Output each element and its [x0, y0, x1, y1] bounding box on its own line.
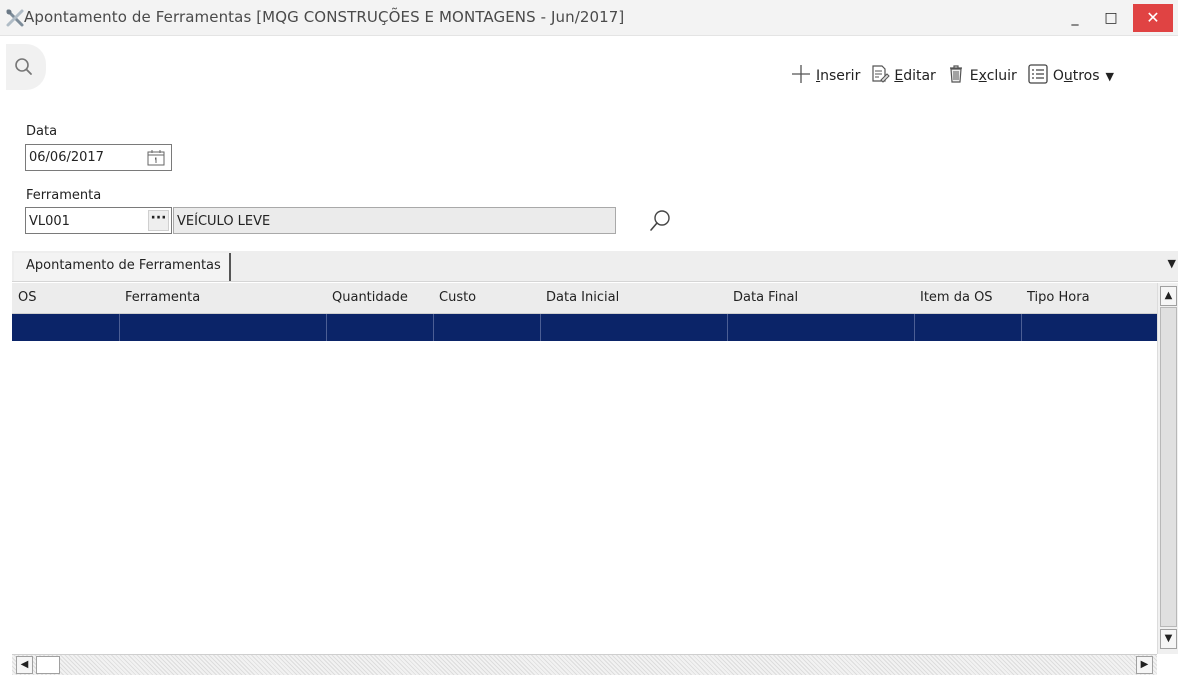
ferramenta-code: VL001 — [29, 214, 70, 229]
list-icon — [1027, 63, 1053, 89]
lookup-button[interactable]: ··· — [148, 210, 169, 231]
tab-apontamento-ferramentas[interactable]: Apontamento de Ferramentas — [14, 253, 231, 281]
magnifier-icon[interactable] — [648, 208, 672, 238]
data-label: Data — [26, 124, 58, 139]
column-header-custo[interactable]: Custo — [433, 283, 540, 314]
grid-header: OS Ferramenta Quantidade Custo Data Inic… — [12, 283, 1157, 314]
tools-icon — [5, 8, 25, 28]
data-grid: OS Ferramenta Quantidade Custo Data Inic… — [12, 283, 1178, 675]
close-button[interactable]: ✕ — [1133, 4, 1173, 32]
plus-icon — [790, 63, 816, 89]
scroll-up-icon[interactable]: ▲ — [1160, 286, 1177, 306]
table-cell[interactable] — [120, 314, 327, 341]
minimize-button[interactable]: _ — [1058, 4, 1092, 32]
column-header-data-final[interactable]: Data Final — [727, 283, 914, 314]
vertical-scrollbar[interactable]: ▲ ▼ — [1157, 283, 1178, 654]
table-cell[interactable] — [915, 314, 1022, 341]
table-cell[interactable] — [728, 314, 915, 341]
trash-icon — [946, 64, 970, 88]
table-cell[interactable] — [12, 314, 120, 341]
chevron-down-icon: ▼ — [1105, 69, 1114, 83]
ferramenta-label: Ferramenta — [26, 188, 102, 203]
calendar-icon[interactable] — [146, 150, 166, 166]
table-cell[interactable] — [541, 314, 728, 341]
maximize-button[interactable]: □ — [1094, 4, 1128, 32]
edit-icon — [870, 64, 894, 88]
column-header-ferramenta[interactable]: Ferramenta — [119, 283, 326, 314]
ferramenta-code-field[interactable]: VL001 ··· — [25, 207, 172, 234]
insert-button[interactable]: Inserir — [790, 63, 860, 89]
column-header-tipo-hora[interactable]: Tipo Hora — [1021, 283, 1157, 314]
table-cell[interactable] — [327, 314, 434, 341]
title-bar: Apontamento de Ferramentas [MQG CONSTRUÇ… — [0, 0, 1178, 36]
scroll-thumb[interactable] — [1160, 307, 1177, 627]
scroll-thumb[interactable] — [36, 656, 60, 674]
column-header-item-os[interactable]: Item da OS — [914, 283, 1021, 314]
scroll-left-icon[interactable]: ◀ — [16, 656, 33, 674]
window-title: Apontamento de Ferramentas [MQG CONSTRUÇ… — [24, 8, 625, 26]
toolbar: Inserir Editar Excluir Outros ▼ — [790, 64, 1124, 88]
table-row-selected[interactable] — [12, 314, 1157, 341]
tab-bar: Apontamento de Ferramentas ▼ — [12, 251, 1178, 282]
scroll-down-icon[interactable]: ▼ — [1160, 629, 1177, 649]
ferramenta-description: VEÍCULO LEVE — [177, 214, 271, 229]
column-header-data-inicial[interactable]: Data Inicial — [540, 283, 727, 314]
data-field[interactable]: 06/06/2017 — [25, 144, 172, 171]
column-header-os[interactable]: OS — [12, 283, 119, 314]
horizontal-scrollbar[interactable]: ◀ ▶ — [12, 654, 1157, 675]
ferramenta-description-field: VEÍCULO LEVE — [173, 207, 616, 234]
delete-button[interactable]: Excluir — [946, 64, 1017, 88]
table-cell[interactable] — [434, 314, 541, 341]
scroll-right-icon[interactable]: ▶ — [1136, 656, 1153, 674]
data-value: 06/06/2017 — [29, 150, 104, 165]
other-button[interactable]: Outros ▼ — [1027, 63, 1114, 89]
search-button[interactable] — [6, 44, 46, 90]
column-header-quantidade[interactable]: Quantidade — [326, 283, 433, 314]
chevron-down-icon[interactable]: ▼ — [1168, 257, 1176, 270]
edit-button[interactable]: Editar — [870, 64, 936, 88]
